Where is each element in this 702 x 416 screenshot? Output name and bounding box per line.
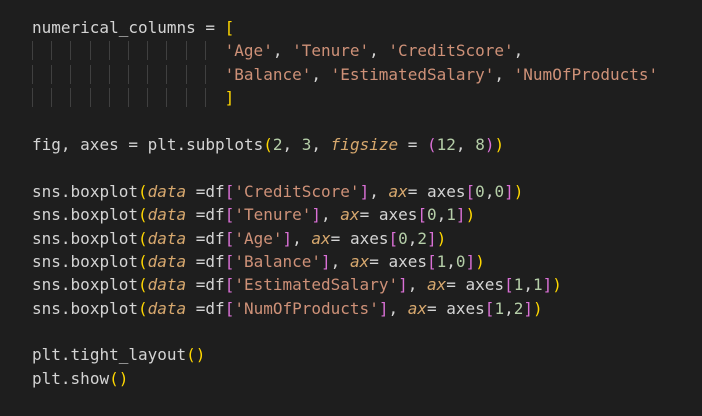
code-line[interactable]: sns.boxplot(data =df['CreditScore'], ax=… xyxy=(32,180,658,203)
code-line[interactable]: plt.show() xyxy=(32,367,658,390)
code-line[interactable]: sns.boxplot(data =df['Tenure'], ax= axes… xyxy=(32,203,658,226)
code-line[interactable]: numerical_columns = [ xyxy=(32,16,658,39)
code-block[interactable]: numerical_columns = [ 'Age', 'Tenure', '… xyxy=(32,16,658,390)
code-line[interactable]: ] xyxy=(32,86,658,109)
code-editor[interactable]: numerical_columns = [ 'Age', 'Tenure', '… xyxy=(0,0,702,416)
code-line[interactable]: sns.boxplot(data =df['NumOfProducts'], a… xyxy=(32,297,658,320)
code-line[interactable]: 'Balance', 'EstimatedSalary', 'NumOfProd… xyxy=(32,63,658,86)
code-line[interactable]: sns.boxplot(data =df['Age'], ax= axes[0,… xyxy=(32,227,658,250)
code-line[interactable]: sns.boxplot(data =df['EstimatedSalary'],… xyxy=(32,273,658,296)
code-line[interactable] xyxy=(32,110,658,133)
code-line[interactable] xyxy=(32,320,658,343)
code-line[interactable]: 'Age', 'Tenure', 'CreditScore', xyxy=(32,39,658,62)
code-line[interactable]: fig, axes = plt.subplots(2, 3, figsize =… xyxy=(32,133,658,156)
code-line[interactable]: sns.boxplot(data =df['Balance'], ax= axe… xyxy=(32,250,658,273)
code-line[interactable]: plt.tight_layout() xyxy=(32,343,658,366)
code-line[interactable] xyxy=(32,156,658,179)
